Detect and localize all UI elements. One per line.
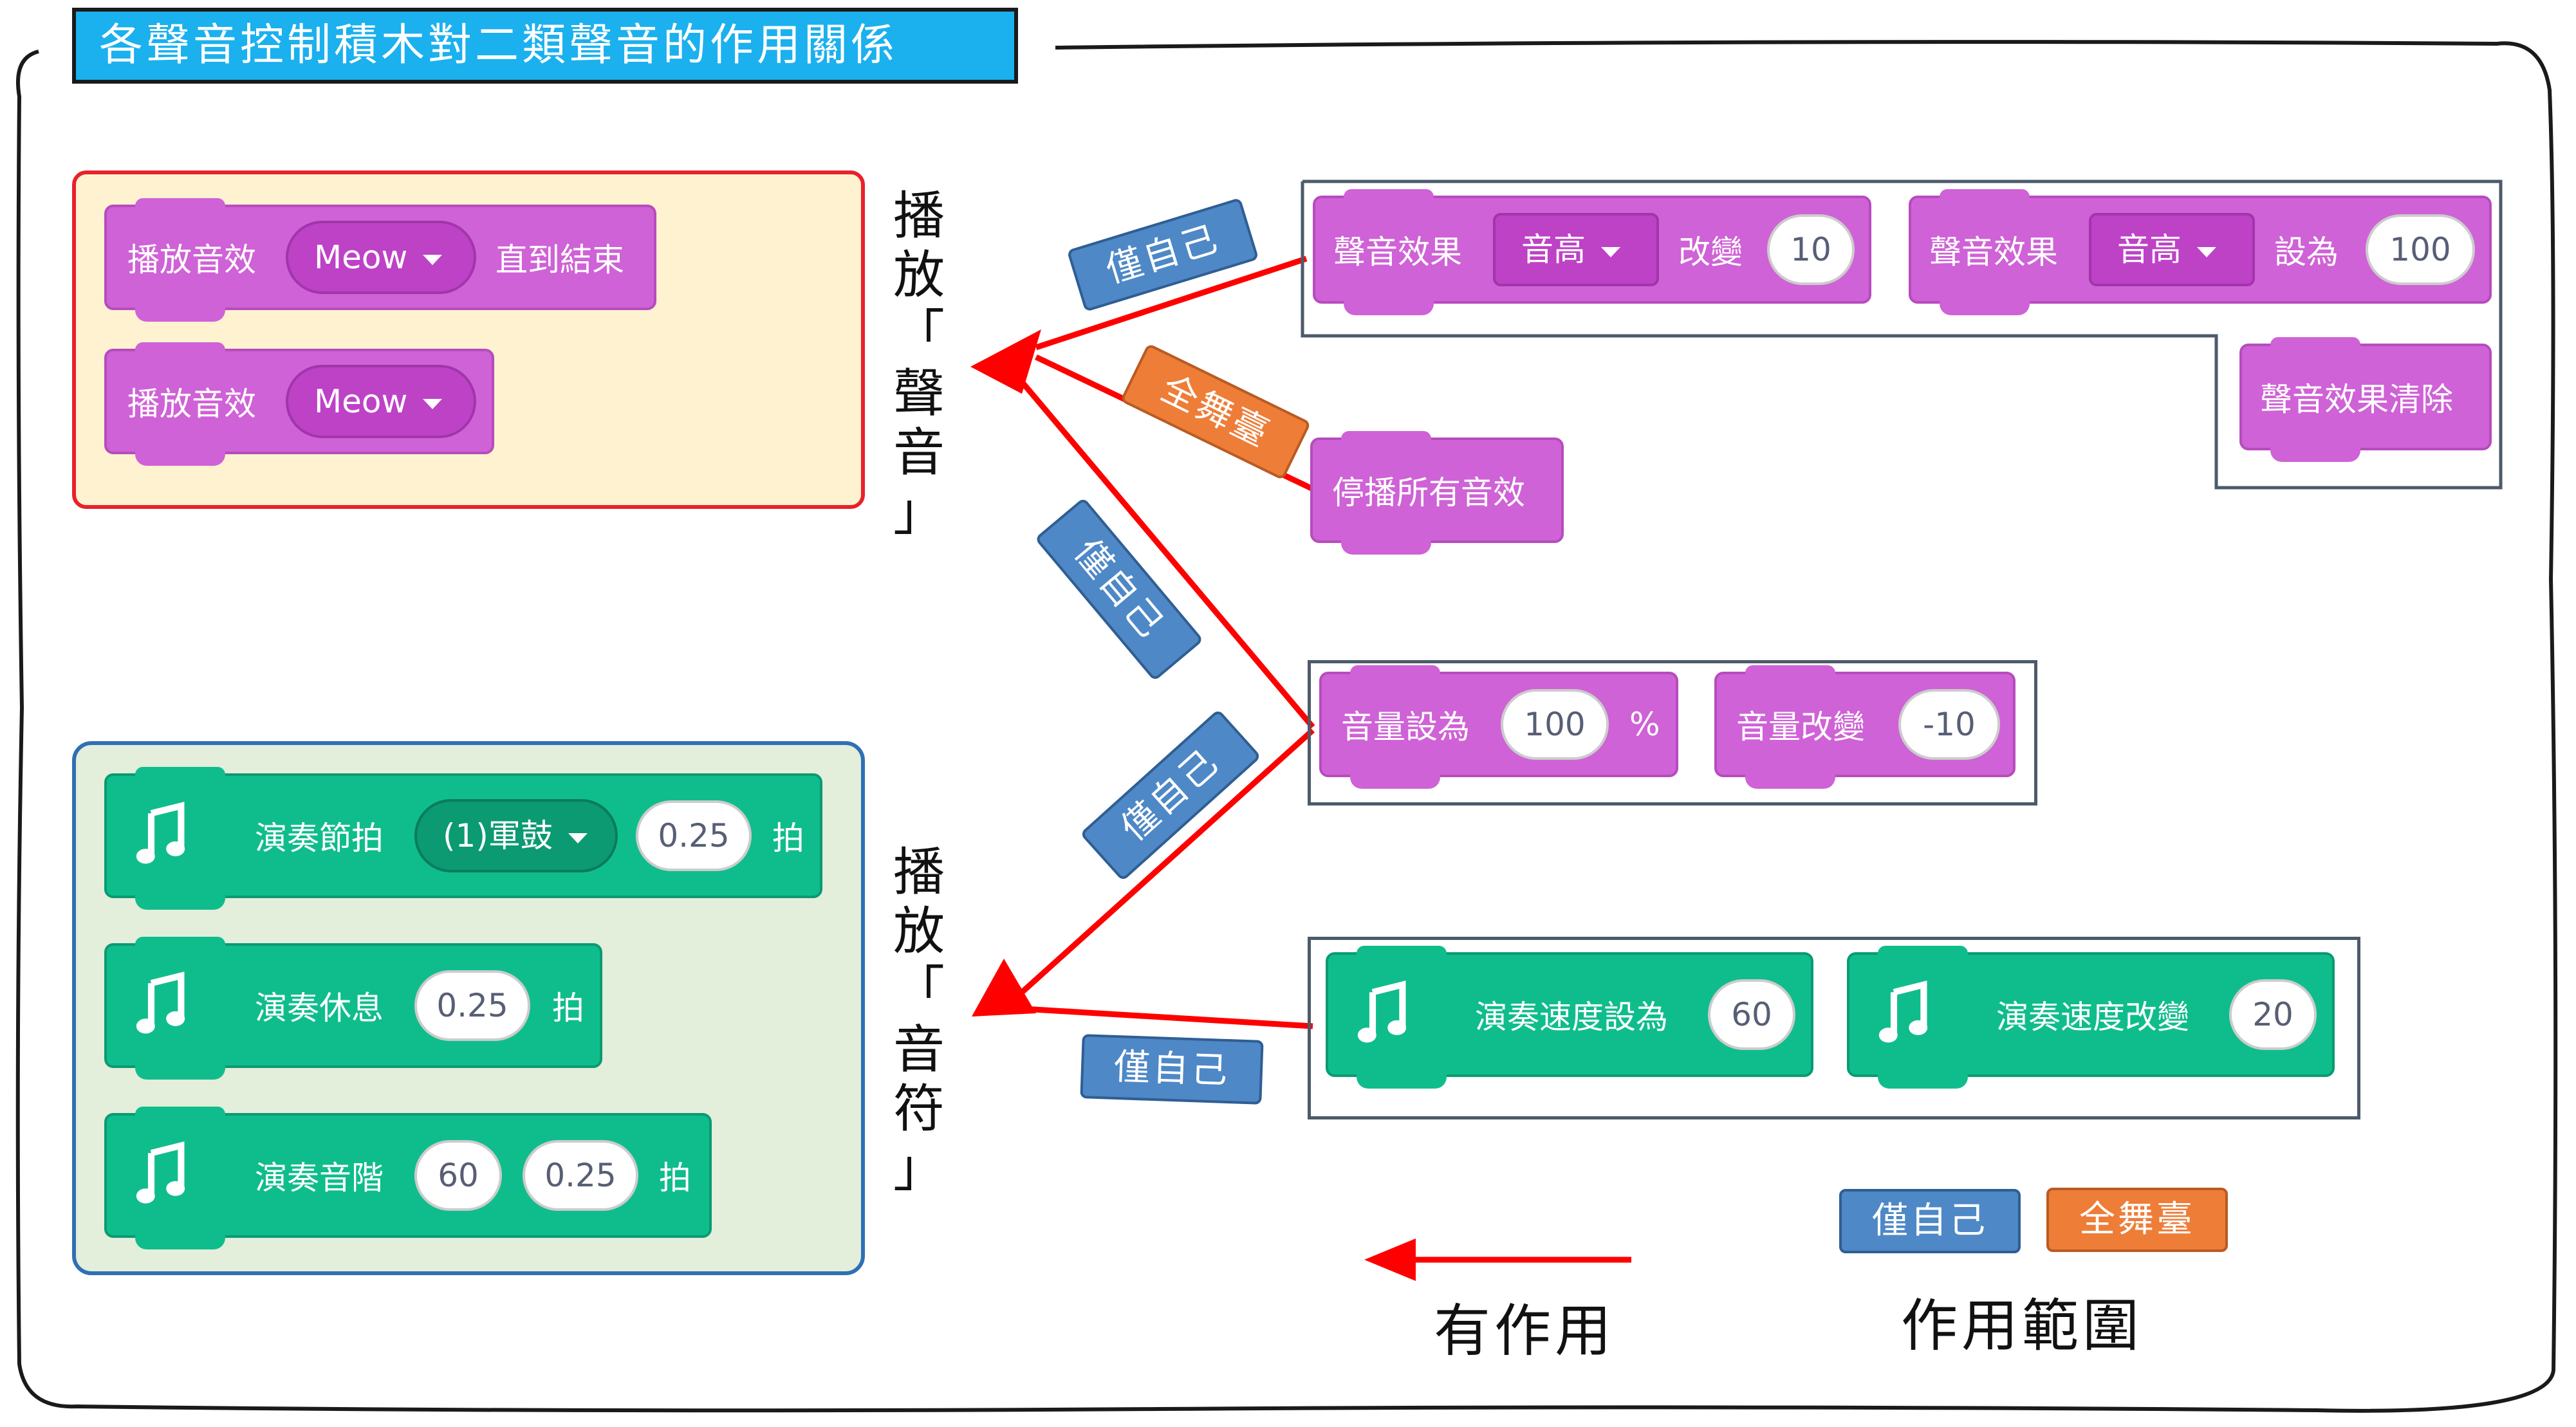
effect-menu-value: 音高	[1521, 231, 1586, 268]
effect-menu-dropdown[interactable]: 音高	[1493, 213, 1659, 286]
block-label: 聲音效果清除	[2260, 381, 2453, 418]
block-label: 音量改變	[1736, 708, 1865, 746]
effect-value-input[interactable]: 10	[1767, 214, 1855, 285]
chevron-down-icon	[2197, 246, 2216, 257]
clear-sound-effects-block[interactable]: 聲音效果清除	[2239, 337, 2492, 462]
change-volume-block[interactable]: 音量改變 -10	[1714, 665, 2015, 789]
block-label: 停播所有音效	[1332, 474, 1525, 511]
stop-all-sounds-block[interactable]: 停播所有音效	[1310, 431, 1564, 555]
change-tempo-block[interactable]: 演奏速度改變 20	[1847, 946, 2335, 1089]
tempo-change-input[interactable]: 20	[2229, 979, 2317, 1050]
block-label: 聲音效果	[1333, 234, 1462, 271]
legend-badge-stage: 全舞臺	[2046, 1188, 2228, 1252]
block-verb: 設為	[2274, 234, 2339, 271]
badge-self-tempo: 僅自己	[1080, 1034, 1264, 1105]
legend-scope-label: 作用範圍	[1901, 1293, 2144, 1359]
volume-change-input[interactable]: -10	[1898, 689, 2000, 760]
change-sound-effect-block[interactable]: 聲音效果 音高 改變 10	[1313, 189, 1871, 315]
volume-input[interactable]: 100	[1501, 689, 1609, 760]
block-label: 聲音效果	[1929, 234, 2058, 271]
effect-value-input[interactable]: 100	[2366, 214, 2475, 285]
chevron-down-icon	[1601, 246, 1620, 257]
effect-menu-value: 音高	[2117, 231, 2182, 268]
block-label: 演奏速度設為	[1475, 999, 1668, 1036]
set-sound-effect-block[interactable]: 聲音效果 音高 設為 100	[1909, 189, 2492, 315]
legend-badge-self: 僅自己	[1839, 1189, 2021, 1253]
block-verb: 改變	[1678, 234, 1743, 271]
block-label: 音量設為	[1341, 708, 1470, 746]
block-suffix: %	[1629, 706, 1660, 743]
set-tempo-block[interactable]: 演奏速度設為 60	[1326, 946, 1813, 1089]
music-note-icon	[1878, 980, 1928, 1043]
music-note-icon	[1357, 980, 1407, 1043]
legend-arrow-label: 有作用	[1434, 1298, 1616, 1364]
effect-menu-dropdown[interactable]: 音高	[2089, 213, 2255, 286]
block-label: 演奏速度改變	[1996, 999, 2189, 1036]
set-volume-block[interactable]: 音量設為 100 %	[1319, 665, 1678, 789]
tempo-input[interactable]: 60	[1708, 979, 1795, 1050]
